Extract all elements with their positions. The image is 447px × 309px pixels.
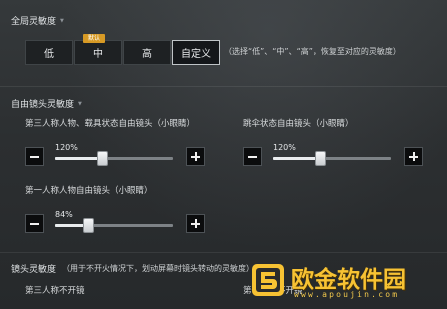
minus-icon (30, 223, 39, 225)
slider-value: 120% (55, 143, 78, 152)
slider-track[interactable] (273, 157, 391, 160)
preset-custom-label: 自定义 (181, 49, 211, 60)
slider-handle[interactable] (82, 218, 94, 233)
watermark-logo-icon (252, 264, 284, 296)
preset-medium-label: 中 (93, 49, 103, 60)
preset-high-label: 高 (142, 49, 152, 60)
free-camera-title: 自由镜头灵敏度 (11, 100, 75, 110)
preset-low-button[interactable]: 低 (25, 40, 73, 65)
preset-low-label: 低 (44, 49, 54, 60)
minus-icon (248, 156, 257, 158)
sensitivity-preset-selector: 低 默认 中 高 自定义 (25, 34, 220, 65)
plus-icon (195, 219, 197, 228)
preset-medium-button[interactable]: 默认 中 (74, 34, 122, 65)
free-camera-header: 自由镜头灵敏度 ▼ (11, 97, 82, 110)
slider-label-first-person: 第一人称人物自由镜头（小眼睛） (25, 186, 153, 196)
default-badge: 默认 (83, 34, 106, 43)
preset-high-button[interactable]: 高 (123, 40, 171, 65)
collapse-triangle-icon: ▼ (78, 100, 82, 107)
minus-icon (30, 156, 39, 158)
watermark: 欧金软件园 www.apoujin.com (251, 259, 441, 303)
section-divider (0, 252, 447, 253)
slider-fill (273, 157, 321, 160)
plus-icon (413, 152, 415, 161)
slider-handle[interactable] (314, 151, 326, 166)
slider-label-parachute: 跳伞状态自由镜头（小眼睛） (243, 119, 354, 129)
plus-icon (195, 152, 197, 161)
global-sensitivity-title: 全局灵敏度 (11, 17, 57, 27)
global-sensitivity-header: 全局灵敏度 ▼ (11, 14, 64, 27)
slider-track[interactable] (55, 224, 173, 227)
slider-value: 84% (55, 210, 73, 219)
decrease-button[interactable] (243, 147, 262, 166)
slider-track[interactable] (55, 157, 173, 160)
preset-custom-button[interactable]: 自定义 (172, 40, 220, 65)
section-divider (0, 86, 447, 87)
watermark-url: www.apoujin.com (294, 290, 400, 299)
increase-button[interactable] (186, 147, 205, 166)
increase-button[interactable] (404, 147, 423, 166)
slider-fill (55, 157, 103, 160)
camera-item-third-person: 第三人称不开镜 (25, 286, 85, 296)
increase-button[interactable] (186, 214, 205, 233)
preset-note: （选择“低”、“中”、“高”，恢复至对应的灵敏度） (224, 47, 401, 56)
camera-sensitivity-header: 镜头灵敏度 （用于不开火情况下，划动屏幕时镜头转动的灵敏度） (11, 262, 254, 275)
slider-handle[interactable] (96, 151, 108, 166)
slider-value: 120% (273, 143, 296, 152)
slider-label-third-person: 第三人称人物、载具状态自由镜头（小眼睛） (25, 119, 196, 129)
collapse-triangle-icon: ▼ (60, 17, 64, 24)
decrease-button[interactable] (25, 214, 44, 233)
decrease-button[interactable] (25, 147, 44, 166)
camera-sensitivity-title: 镜头灵敏度 (11, 265, 57, 275)
watermark-title: 欧金软件园 (291, 267, 406, 293)
camera-sensitivity-note: （用于不开火情况下，划动屏幕时镜头转动的灵敏度） (62, 264, 255, 273)
